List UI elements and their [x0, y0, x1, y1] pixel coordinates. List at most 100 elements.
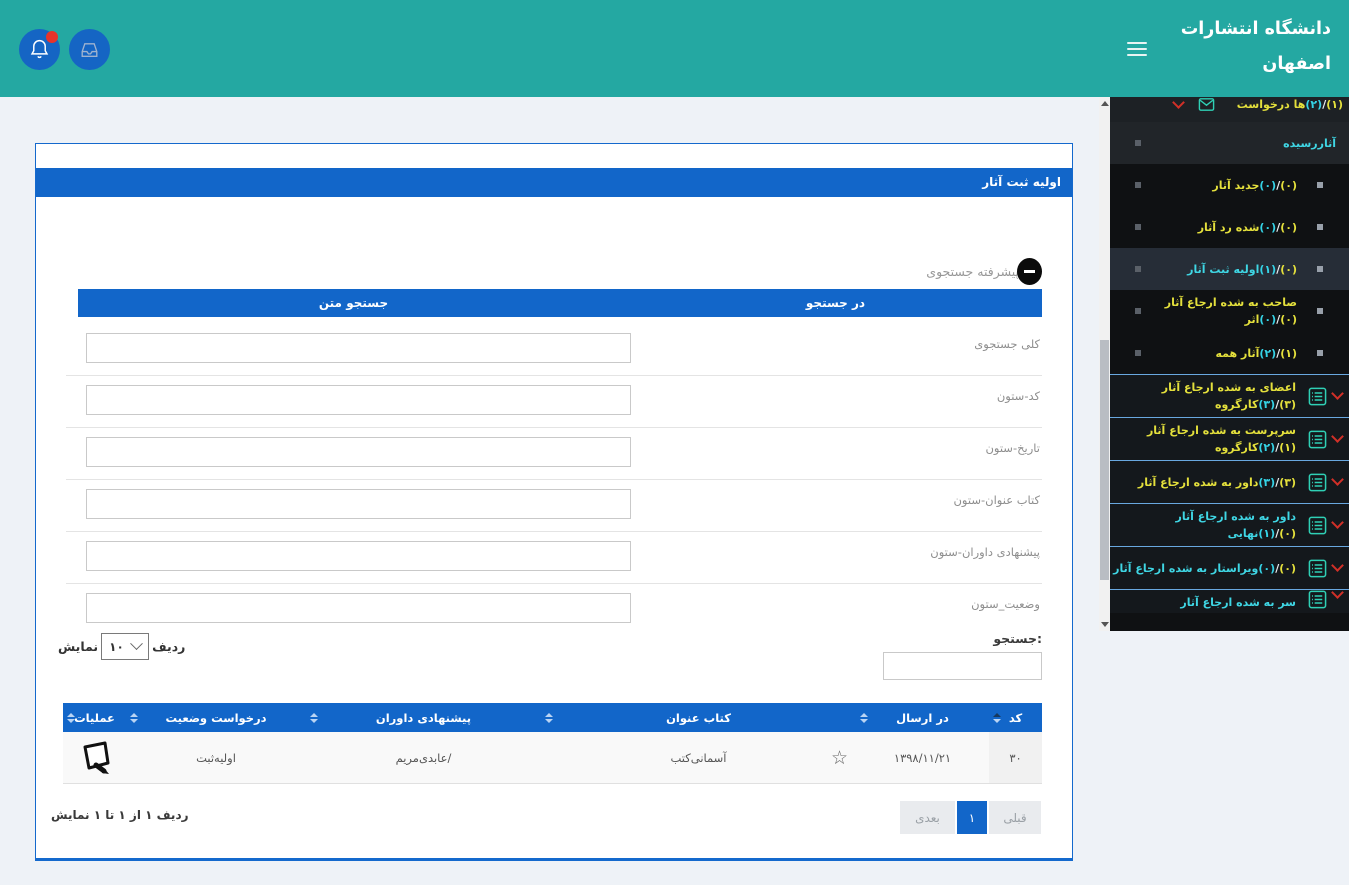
column-label: ارسال در	[896, 710, 949, 725]
table-info-text: نمایش ۱ تا ۱ از ۱ ردیف	[51, 808, 189, 822]
search-field-input[interactable]	[86, 437, 631, 467]
menu-toggle-icon[interactable]	[1127, 42, 1147, 60]
sidebar-item[interactable]: آثار ارجاع شده به سرپرست کارگروه(۲)/(۱)	[1110, 417, 1349, 460]
sidebar-scrollbar[interactable]	[1099, 97, 1110, 631]
sort-arrows-icon	[545, 712, 553, 723]
length-suffix-label: ردیف	[152, 639, 186, 654]
search-field-label: ستون-تاریخ	[985, 441, 1040, 455]
table-search-control: جستجو:	[883, 631, 1042, 680]
sidebar-item-label: آثار ارجاع شده به سرپرست کارگروه(۲)/(۱)	[1146, 424, 1296, 454]
search-field-label: ستون-کد	[996, 389, 1040, 403]
column-header[interactable]: عنوان کتاب	[541, 703, 856, 732]
main-panel: آثار ثبت اولیه جستجوی پیشرفته متن جستجو …	[35, 143, 1073, 861]
advanced-search-label: جستجوی پیشرفته	[926, 263, 1019, 279]
sidebar-section-label: آثاررسیده	[1283, 136, 1336, 150]
sort-arrows-icon	[67, 712, 75, 723]
star-icon[interactable]: ☆	[831, 747, 848, 769]
sidebar-item[interactable]: آثار ارجاع شده به صاحب اثر(۰)/(۰)	[1110, 290, 1349, 332]
search-column-in: جستجو در	[805, 296, 866, 310]
sidebar: درخواست ها(۲)/(۱) آثاررسیده آثار جدید(۰)…	[1110, 97, 1349, 631]
sidebar-item-label: آثار رد شده(۰)/(۰)	[1197, 220, 1297, 234]
sidebar-referred-list: آثار ارجاع شده به اعضای کارگروه(۳)/(۳) آث…	[1110, 374, 1349, 613]
sort-arrows-icon	[860, 712, 868, 723]
sidebar-item-label: آثار ارجاع شده به ویراستار(۰)/(۰)	[1113, 561, 1296, 575]
messages-button[interactable]	[69, 29, 110, 70]
search-field-label: ستون-عنوان کتاب	[953, 493, 1040, 507]
column-header[interactable]: کد	[989, 703, 1042, 732]
search-field-label: ستون-داوران پیشنهادی	[930, 545, 1040, 559]
pagination: بعدی ۱ قبلی	[900, 801, 1041, 834]
search-label: جستجو:	[993, 631, 1042, 646]
chevron-down-icon	[1331, 590, 1344, 599]
search-field-input[interactable]	[86, 489, 631, 519]
sidebar-item-requests[interactable]: درخواست ها(۲)/(۱)	[1110, 97, 1349, 122]
bullet-icon	[1317, 308, 1323, 314]
sidebar-item[interactable]: آثار ارجاع شده به سر	[1110, 589, 1349, 613]
collapse-minus-icon[interactable]	[1017, 257, 1042, 285]
mail-icon	[1198, 98, 1215, 111]
sidebar-item[interactable]: آثار ارجاع شده به داور نهایی(۱)/(۰)	[1110, 503, 1349, 546]
notification-badge	[46, 31, 58, 43]
chevron-down-icon	[1331, 559, 1344, 572]
chevron-down-icon	[1171, 97, 1185, 109]
column-header[interactable]: عملیات	[63, 703, 126, 732]
column-header[interactable]: داوران پیشنهادی	[306, 703, 541, 732]
page-size-select[interactable]: ۱۰	[101, 633, 150, 660]
status-cell: ثبت اولیه	[196, 750, 236, 765]
reviewers-cell: مریم عابدی /	[395, 750, 452, 765]
prev-page-button[interactable]: قبلی	[989, 801, 1041, 834]
sidebar-item[interactable]: آثار ارجاع شده به ویراستار(۰)/(۰)	[1110, 546, 1349, 589]
column-label: کد	[1008, 710, 1023, 725]
search-table-header: متن جستجو جستجو در	[78, 289, 1042, 317]
search-field-input[interactable]	[86, 541, 631, 571]
panel-title: آثار ثبت اولیه	[36, 168, 1072, 197]
sidebar-item[interactable]: آثار ارجاع شده به داور(۳)/(۳)	[1110, 460, 1349, 503]
sidebar-item-label: آثار ارجاع شده به اعضای کارگروه(۳)/(۳)	[1161, 381, 1296, 411]
app-header: انتشارات دانشگاه اصفهان	[0, 0, 1349, 97]
notifications-button[interactable]	[19, 29, 60, 70]
current-page-button[interactable]: ۱	[957, 801, 987, 834]
sidebar-item-label: آثار ارجاع شده به داور نهایی(۱)/(۰)	[1175, 510, 1296, 540]
page-length-control: نمایش ۱۰ ردیف	[58, 633, 185, 660]
chevron-down-icon	[1331, 430, 1344, 443]
advanced-search-row: جستجوی پیشرفته	[926, 256, 1042, 286]
sidebar-item-label: آثار ارجاع شده به داور(۳)/(۳)	[1137, 475, 1296, 489]
sidebar-item-label: آثار ارجاع شده به صاحب اثر(۰)/(۰)	[1164, 296, 1297, 326]
advanced-search-form: جستجوی کلی ستون-کد ستون-تاریخ ستون-عنوان کت…	[66, 324, 1042, 635]
next-page-button[interactable]: بعدی	[900, 801, 955, 834]
search-field-input[interactable]	[86, 593, 631, 623]
scroll-down-icon[interactable]	[1099, 618, 1110, 631]
sidebar-item[interactable]: آثار جدید(۰)/(۰)	[1110, 164, 1349, 206]
length-prefix-label: نمایش	[58, 639, 99, 654]
sidebar-item-label: آثار جدید(۰)/(۰)	[1212, 178, 1297, 192]
search-form-row: ستون_وضعیت	[66, 584, 1042, 635]
search-field-input[interactable]	[86, 385, 631, 415]
bullet-icon	[1317, 182, 1323, 188]
list-icon	[1308, 559, 1327, 577]
sidebar-received-list: آثار جدید(۰)/(۰) آثار رد شده(۰)/(۰) آثار ث…	[1110, 164, 1349, 374]
column-label: عنوان کتاب	[666, 710, 731, 725]
sidebar-item[interactable]: آثار ارجاع شده به اعضای کارگروه(۳)/(۳)	[1110, 374, 1349, 417]
search-column-text: متن جستجو	[318, 296, 389, 310]
scroll-up-icon[interactable]	[1099, 97, 1110, 110]
sidebar-item-label: آثار ارجاع شده به سر	[1180, 596, 1296, 609]
column-header[interactable]: ارسال در	[856, 703, 989, 732]
chevron-down-icon	[1331, 387, 1344, 400]
sent-date-cell: ۱۳۹۸/۱۱/۲۱	[893, 750, 952, 765]
bullet-icon	[1317, 224, 1323, 230]
search-field-input[interactable]	[86, 333, 631, 363]
bullet-icon	[1317, 266, 1323, 272]
scrollbar-thumb[interactable]	[1100, 340, 1109, 580]
sidebar-item[interactable]: همه آثار(۲)/(۱)	[1110, 332, 1349, 374]
sidebar-section-received-works[interactable]: آثاررسیده	[1110, 122, 1349, 164]
search-field-label: ستون_وضعیت	[971, 597, 1040, 611]
sidebar-item[interactable]: آثار رد شده(۰)/(۰)	[1110, 206, 1349, 248]
search-input[interactable]	[883, 652, 1042, 680]
column-label: وضعیت درخواست	[165, 710, 267, 725]
bullet-icon	[1317, 350, 1323, 356]
column-header[interactable]: وضعیت درخواست	[126, 703, 306, 732]
edit-note-icon[interactable]	[77, 738, 113, 778]
list-icon	[1308, 516, 1327, 534]
results-table: عملیات وضعیت درخواست داوران پیشنهادی عنوان …	[63, 703, 1042, 784]
sidebar-item[interactable]: آثار ثبت اولیه(۱)/(۰)	[1110, 248, 1349, 290]
